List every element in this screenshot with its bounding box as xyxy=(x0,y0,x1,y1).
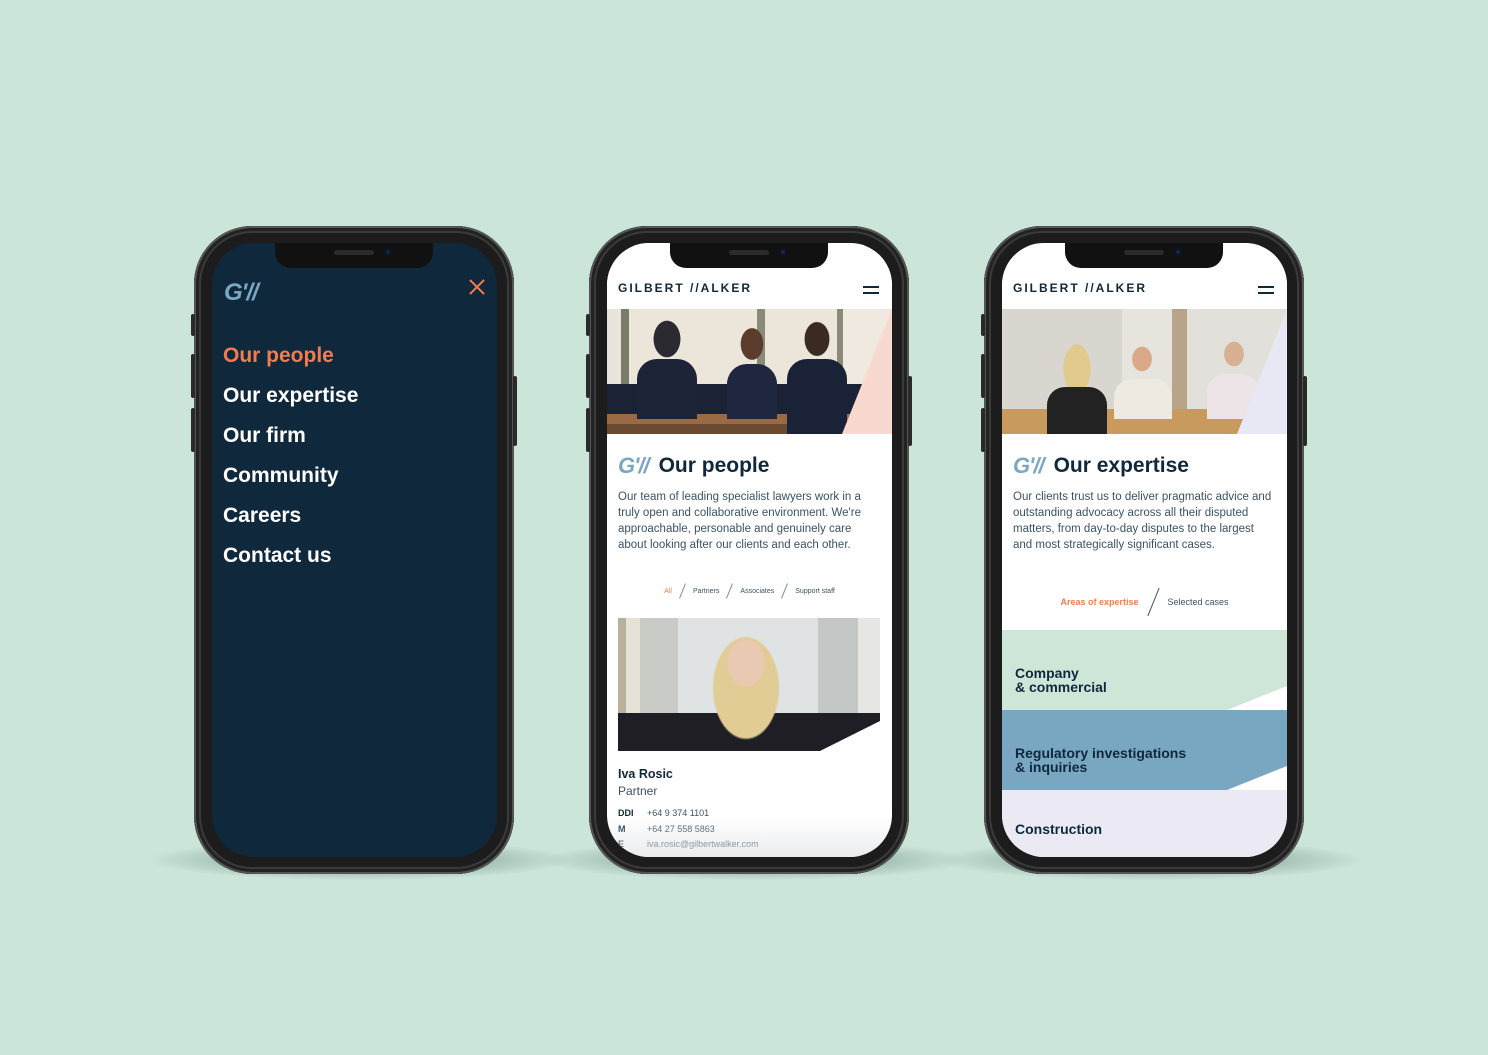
phone-menu: G'// Our people Our expertise Our firm C… xyxy=(191,226,517,874)
person-role: Partner xyxy=(618,784,658,798)
notch xyxy=(275,243,433,268)
filter-partners[interactable]: Partners xyxy=(693,588,719,595)
filter-all[interactable]: All xyxy=(664,588,672,595)
page-title: Our expertise xyxy=(1053,454,1189,477)
divider xyxy=(726,583,734,599)
page-title: Our people xyxy=(658,454,770,477)
area-regulatory-investigations[interactable]: Regulatory investigations & inquiries xyxy=(1002,710,1287,790)
hamburger-icon[interactable] xyxy=(863,286,879,294)
person-figure xyxy=(787,359,847,434)
decorative-cut xyxy=(1227,766,1287,790)
hamburger-icon[interactable] xyxy=(1258,286,1274,294)
decorative-cut xyxy=(1227,686,1287,710)
close-icon[interactable] xyxy=(469,279,485,295)
menu-item-our-expertise[interactable]: Our expertise xyxy=(223,383,358,423)
menu-item-our-firm[interactable]: Our firm xyxy=(223,423,358,463)
intro-text: Our clients trust us to deliver pragmati… xyxy=(1013,491,1272,551)
menu-item-our-people[interactable]: Our people xyxy=(223,343,358,383)
menu-item-contact-us[interactable]: Contact us xyxy=(223,543,358,583)
phone-our-people: GILBERT //ALKER G'// Our people Our team… xyxy=(586,226,912,874)
person-photo[interactable] xyxy=(618,618,880,751)
person-figure xyxy=(727,364,777,419)
hero-image xyxy=(1002,309,1287,434)
camera-icon xyxy=(384,248,392,256)
tab-selected-cases[interactable]: Selected cases xyxy=(1168,597,1229,607)
intro-text: Our team of leading specialist lawyers w… xyxy=(618,491,861,551)
menu-item-community[interactable]: Community xyxy=(223,463,358,503)
brand-logo[interactable]: GILBERT //ALKER xyxy=(618,281,752,295)
camera-icon xyxy=(1174,248,1182,256)
side-button xyxy=(513,376,517,446)
area-label: Regulatory investigations & inquiries xyxy=(1015,745,1187,775)
page-title-row: G'// Our people xyxy=(618,453,769,479)
side-button xyxy=(981,354,985,398)
filter-associates[interactable]: Associates xyxy=(740,588,774,595)
side-button xyxy=(586,408,590,452)
area-company-commercial[interactable]: Company & commercial xyxy=(1002,630,1287,710)
area-label: Construction xyxy=(1015,821,1103,837)
area-construction[interactable]: Construction xyxy=(1002,790,1287,857)
phone-our-expertise: GILBERT //ALKER G'// Our expertise Our c… xyxy=(981,226,1307,874)
side-button xyxy=(908,376,912,446)
side-button xyxy=(191,354,195,398)
person-figure xyxy=(1047,387,1107,434)
bottom-fade xyxy=(607,817,892,857)
person-name[interactable]: Iva Rosic xyxy=(618,767,673,781)
divider xyxy=(678,583,686,599)
main-menu: Our people Our expertise Our firm Commun… xyxy=(223,343,358,583)
tab-areas-of-expertise[interactable]: Areas of expertise xyxy=(1060,597,1138,607)
notch xyxy=(1065,243,1223,268)
expertise-screen: GILBERT //ALKER G'// Our expertise Our c… xyxy=(1002,243,1287,857)
filter-support-staff[interactable]: Support staff xyxy=(795,588,835,595)
side-button xyxy=(981,408,985,452)
people-screen: GILBERT //ALKER G'// Our people Our team… xyxy=(607,243,892,857)
divider xyxy=(1146,587,1160,617)
menu-screen: G'// Our people Our expertise Our firm C… xyxy=(212,243,497,857)
logo-mark: G'// xyxy=(618,453,650,478)
side-button xyxy=(586,314,590,336)
side-button xyxy=(586,354,590,398)
brand-logo[interactable]: GILBERT //ALKER xyxy=(1013,281,1147,295)
side-button xyxy=(981,314,985,336)
expertise-tabs: Areas of expertise Selected cases xyxy=(1002,587,1287,617)
area-label: Company & commercial xyxy=(1015,665,1107,695)
logo-mark[interactable]: G'// xyxy=(224,279,259,307)
hero-image xyxy=(607,309,892,434)
decorative-cut xyxy=(820,721,880,751)
side-button xyxy=(191,408,195,452)
side-button xyxy=(1303,376,1307,446)
menu-item-careers[interactable]: Careers xyxy=(223,503,358,543)
people-filters: All Partners Associates Support staff xyxy=(607,583,892,599)
person-figure xyxy=(1114,379,1172,419)
divider xyxy=(781,583,789,599)
logo-mark: G'// xyxy=(1013,453,1045,478)
page-title-row: G'// Our expertise xyxy=(1013,453,1189,479)
camera-icon xyxy=(779,248,787,256)
person-figure xyxy=(637,359,697,419)
notch xyxy=(670,243,828,268)
side-button xyxy=(191,314,195,336)
